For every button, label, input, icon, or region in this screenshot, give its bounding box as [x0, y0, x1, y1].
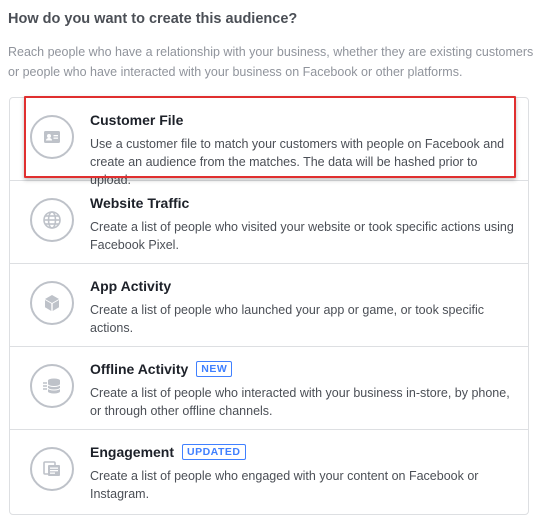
- option-title: Customer File: [90, 112, 183, 128]
- option-description: Create a list of people who interacted w…: [90, 386, 510, 418]
- option-description: Create a list of people who visited your…: [90, 220, 514, 252]
- audience-options-list: Customer File Use a customer file to mat…: [9, 97, 529, 515]
- option-title: Website Traffic: [90, 195, 189, 211]
- option-title-text: Customer File: [90, 112, 184, 128]
- option-title-text: App Activity: [90, 278, 172, 294]
- option-title-text: Engagement: [90, 444, 175, 460]
- option-title-text: Website Traffic: [90, 195, 190, 211]
- option-description: Create a list of people who engaged with…: [90, 469, 479, 501]
- option-offline-activity[interactable]: Offline Activity NEW Create a list of pe…: [10, 347, 528, 430]
- option-title: App Activity: [90, 278, 171, 294]
- contact-card-icon: [30, 115, 74, 159]
- cube-icon: [30, 281, 74, 325]
- option-customer-file[interactable]: Customer File Use a customer file to mat…: [10, 98, 528, 187]
- option-app-activity[interactable]: App Activity Create a list of people who…: [10, 264, 528, 347]
- option-title-text: Offline Activity: [90, 361, 189, 377]
- globe-icon: [30, 198, 74, 242]
- new-badge: NEW: [196, 361, 233, 377]
- offline-data-icon: [30, 364, 74, 408]
- option-engagement[interactable]: Engagement UPDATED Create a list of peop…: [10, 430, 528, 514]
- option-description: Create a list of people who launched you…: [90, 303, 484, 335]
- option-website-traffic[interactable]: Website Traffic Create a list of people …: [10, 181, 528, 264]
- updated-badge: UPDATED: [182, 444, 246, 460]
- page-subtext: Reach people who have a relationship wit…: [8, 45, 534, 79]
- page-heading: How do you want to create this audience?: [8, 11, 298, 27]
- option-title: Engagement UPDATED: [90, 444, 246, 460]
- engagement-cards-icon: [30, 447, 74, 491]
- option-title: Offline Activity NEW: [90, 361, 233, 377]
